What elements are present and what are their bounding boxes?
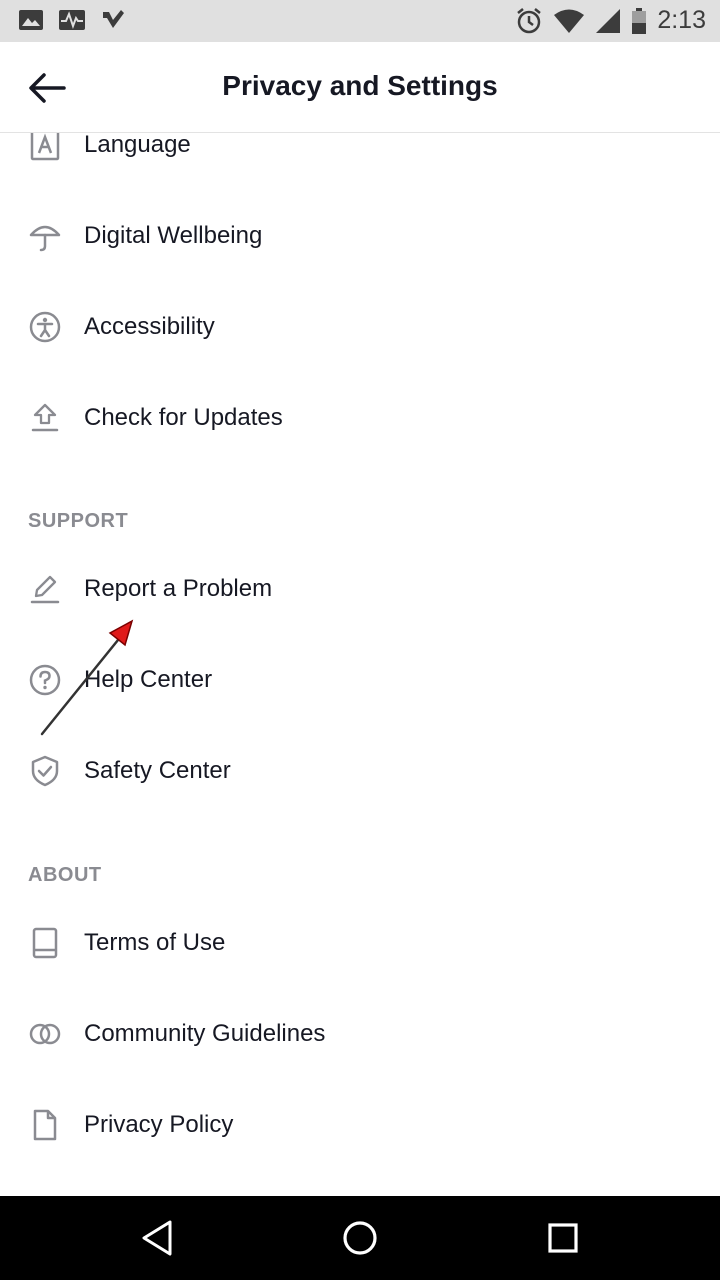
setting-label: Terms of Use xyxy=(84,929,226,956)
book-icon xyxy=(32,927,58,959)
status-bar: 2:13 xyxy=(0,0,720,42)
upload-icon xyxy=(31,403,59,432)
setting-language[interactable]: Language xyxy=(0,133,720,180)
nav-home-button[interactable] xyxy=(338,1216,382,1260)
umbrella-icon xyxy=(29,225,61,252)
recents-square-icon xyxy=(548,1223,578,1253)
setting-accessibility[interactable]: Accessibility xyxy=(0,292,720,362)
back-triangle-icon xyxy=(142,1220,172,1256)
setting-label: Check for Updates xyxy=(84,404,283,431)
setting-privacy-policy[interactable]: Privacy Policy xyxy=(0,1090,720,1160)
page-title: Privacy and Settings xyxy=(222,70,498,101)
signal-icon xyxy=(596,8,621,33)
setting-terms-of-use[interactable]: Terms of Use xyxy=(0,908,720,978)
wifi-icon xyxy=(554,9,585,33)
nav-recents-button[interactable] xyxy=(541,1216,585,1260)
setting-label: Community Guidelines xyxy=(84,1020,326,1047)
check-notification-icon xyxy=(103,10,124,28)
document-icon xyxy=(33,1109,57,1141)
setting-report-problem[interactable]: Report a Problem xyxy=(0,554,720,624)
nav-back-button[interactable] xyxy=(136,1216,180,1260)
setting-label: Privacy Policy xyxy=(84,1111,234,1138)
help-icon xyxy=(29,664,61,696)
status-time: 2:13 xyxy=(657,6,706,34)
setting-community-guidelines[interactable]: Community Guidelines xyxy=(0,999,720,1069)
language-icon xyxy=(30,133,60,161)
setting-label: Help Center xyxy=(84,666,213,693)
home-circle-icon xyxy=(343,1221,377,1255)
image-icon xyxy=(19,10,43,30)
battery-icon xyxy=(632,7,647,34)
setting-label: Language xyxy=(84,133,191,158)
status-left-icons xyxy=(18,8,126,32)
setting-label: Digital Wellbeing xyxy=(84,222,263,249)
section-header-support: SUPPORT xyxy=(28,510,129,532)
setting-label: Accessibility xyxy=(84,313,215,340)
pencil-icon xyxy=(30,575,60,604)
app-header: Privacy and Settings xyxy=(0,42,720,133)
activity-icon xyxy=(59,10,85,30)
status-right-icons: 2:13 xyxy=(515,6,706,35)
section-header-about: ABOUT xyxy=(28,864,102,886)
setting-safety-center[interactable]: Safety Center xyxy=(0,736,720,806)
setting-digital-wellbeing[interactable]: Digital Wellbeing xyxy=(0,201,720,271)
setting-check-updates[interactable]: Check for Updates xyxy=(0,383,720,453)
accessibility-icon xyxy=(29,311,61,343)
settings-list[interactable]: Language Digital Wellbeing Accessibility… xyxy=(0,133,720,1196)
rings-icon xyxy=(29,1023,61,1045)
setting-help-center[interactable]: Help Center xyxy=(0,645,720,715)
alarm-icon xyxy=(517,7,542,33)
setting-label: Safety Center xyxy=(84,757,231,784)
setting-label: Report a Problem xyxy=(84,575,273,602)
system-nav-bar xyxy=(0,1196,720,1280)
shield-icon xyxy=(31,755,59,787)
